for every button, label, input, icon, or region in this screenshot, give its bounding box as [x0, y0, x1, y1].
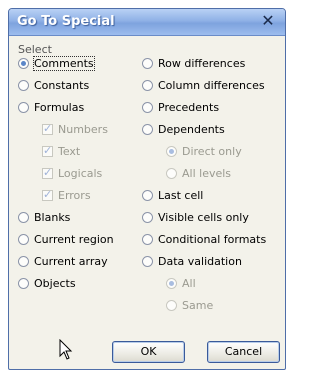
option-label: Blanks	[34, 211, 71, 224]
option-label: Row differences	[158, 57, 246, 70]
option-label: Current region	[34, 233, 114, 246]
option-label: Last cell	[158, 189, 204, 202]
option-label: Errors	[58, 189, 91, 202]
radio-precedents[interactable]	[142, 102, 153, 113]
radio-visible-cells-only[interactable]	[142, 212, 153, 223]
option-label: Constants	[34, 79, 90, 92]
radio-comments[interactable]	[18, 58, 29, 69]
radio-all-levels	[166, 168, 177, 179]
radio-conditional-formats[interactable]	[142, 234, 153, 245]
radio-all	[166, 278, 177, 289]
option-label: Precedents	[158, 101, 220, 114]
option-label: Dependents	[158, 123, 225, 136]
radio-direct-only	[166, 146, 177, 157]
go-to-special-dialog: Go To Special ✕ Select Comments Constant…	[8, 8, 286, 370]
option-label: Conditional formats	[158, 233, 267, 246]
radio-column-differences[interactable]	[142, 80, 153, 91]
radio-current-array[interactable]	[18, 256, 29, 267]
option-label: Comments	[33, 56, 95, 71]
radio-last-cell[interactable]	[142, 190, 153, 201]
radio-same	[166, 300, 177, 311]
radio-current-region[interactable]	[18, 234, 29, 245]
radio-row-differences[interactable]	[142, 58, 153, 69]
check-icon	[42, 166, 53, 179]
radio-data-validation[interactable]	[142, 256, 153, 267]
option-label: Logicals	[58, 167, 103, 180]
option-label: Current array	[34, 255, 108, 268]
select-group-label: Select	[18, 43, 52, 56]
option-label: Visible cells only	[158, 211, 249, 224]
title-bar[interactable]: Go To Special ✕	[9, 9, 285, 36]
option-label: Data validation	[158, 255, 242, 268]
radio-dependents[interactable]	[142, 124, 153, 135]
option-label: Column differences	[158, 79, 265, 92]
check-icon	[42, 188, 53, 201]
option-label: All levels	[182, 167, 232, 180]
option-label: Text	[58, 145, 81, 158]
close-icon[interactable]: ✕	[259, 12, 277, 30]
option-label: All	[182, 277, 196, 290]
radio-formulas[interactable]	[18, 102, 29, 113]
dialog-title: Go To Special	[17, 14, 115, 29]
option-label: Formulas	[34, 101, 85, 114]
option-label: Same	[182, 299, 214, 312]
cancel-button[interactable]: Cancel	[207, 341, 280, 363]
check-icon	[42, 122, 53, 135]
radio-blanks[interactable]	[18, 212, 29, 223]
option-label: Objects	[34, 277, 76, 290]
mouse-pointer-icon	[59, 339, 73, 360]
radio-objects[interactable]	[18, 278, 29, 289]
ok-button[interactable]: OK	[112, 341, 185, 363]
check-icon	[42, 144, 53, 157]
radio-constants[interactable]	[18, 80, 29, 91]
option-label: Direct only	[182, 145, 242, 158]
option-label: Numbers	[58, 123, 108, 136]
